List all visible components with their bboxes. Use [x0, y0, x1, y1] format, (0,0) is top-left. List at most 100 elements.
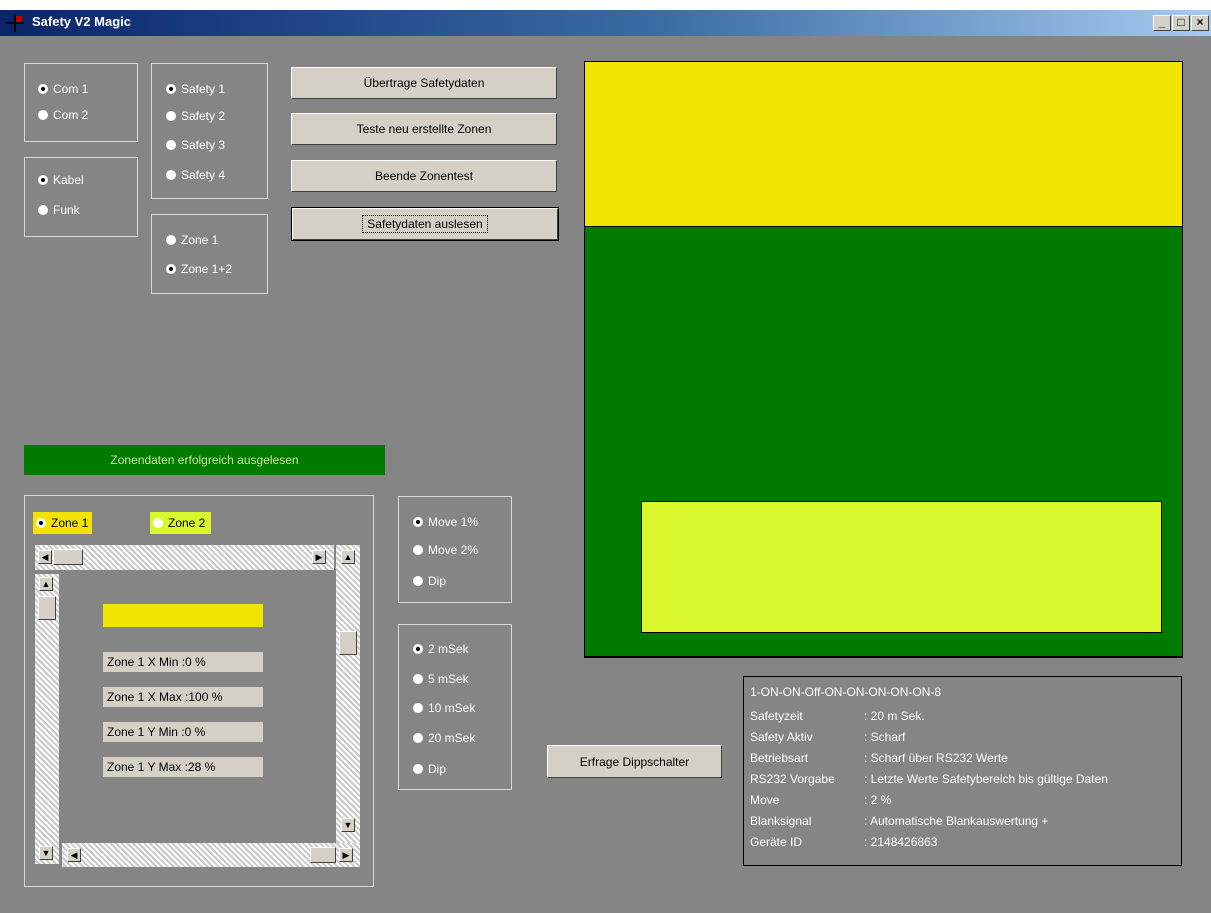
radio-label: Dip	[428, 762, 447, 776]
scroll-right-icon[interactable]: ▶	[312, 550, 326, 564]
transfer-safety-data-button[interactable]: Übertrage Safetydaten	[291, 67, 557, 99]
zone-tab-1[interactable]: Zone 1	[33, 512, 93, 534]
radio-zone-1-2[interactable]: Zone 1+2	[166, 260, 232, 278]
radio-dot	[38, 110, 48, 120]
device-info-panel: 1-ON-ON-Off-ON-ON-ON-ON-ON-8 Safetyzeit …	[743, 676, 1182, 866]
scroll-down-icon[interactable]: ▼	[341, 818, 355, 832]
query-dip-switch-button[interactable]: Erfrage Dippschalter	[547, 745, 722, 778]
radio-label: Safety 1	[181, 82, 226, 96]
radio-label: 20 mSek	[428, 731, 476, 745]
radio-time-10ms[interactable]: 10 mSek	[413, 699, 475, 717]
info-value: : Letzte Werte Safetybereich bis gültige…	[864, 772, 1108, 786]
radio-label: Safety 3	[181, 138, 226, 152]
maximize-button[interactable]: □	[1172, 15, 1190, 31]
info-value: : 2 %	[864, 793, 892, 807]
radio-dot	[153, 518, 163, 528]
app-icon	[6, 14, 24, 32]
radio-com-1[interactable]: Com 1	[38, 80, 88, 98]
zone-canvas	[584, 61, 1183, 658]
scroll-left-icon[interactable]: ◀	[38, 550, 52, 564]
radio-label: Dip	[428, 574, 447, 588]
info-value: : Scharf	[864, 730, 906, 744]
radio-kabel[interactable]: Kabel	[38, 171, 84, 189]
minimize-button[interactable]: _	[1153, 15, 1171, 31]
radio-dot	[413, 733, 423, 743]
end-zone-test-button[interactable]: Beende Zonentest	[291, 160, 557, 192]
info-key: RS232 Vorgabe	[750, 772, 835, 786]
zone-tab-2[interactable]: Zone 2	[150, 512, 212, 534]
info-value: : 20 m Sek.	[864, 709, 925, 723]
info-key: Geräte ID	[750, 835, 803, 849]
info-value: : 2148426863	[864, 835, 938, 849]
scroll-thumb[interactable]	[53, 549, 83, 565]
radio-safety-1[interactable]: Safety 1	[166, 80, 225, 98]
zone-select-group	[151, 214, 268, 294]
window-title: Safety V2 Magic	[32, 14, 131, 29]
radio-label: Safety 2	[181, 109, 226, 123]
button-label: Safetydaten auslesen	[362, 215, 488, 233]
scroll-down-icon[interactable]: ▼	[39, 846, 53, 860]
button-label: Erfrage Dippschalter	[579, 754, 690, 769]
radio-com-2[interactable]: Com 2	[38, 106, 88, 124]
read-safety-data-button[interactable]: Safetydaten auslesen	[291, 207, 559, 241]
radio-label: 5 mSek	[428, 672, 469, 686]
info-key: Safetyzeit	[750, 709, 803, 723]
radio-label: Zone 1	[51, 516, 89, 530]
radio-dot	[413, 545, 423, 555]
test-zones-button[interactable]: Teste neu erstellte Zonen	[291, 113, 557, 145]
close-button[interactable]: ×	[1191, 15, 1209, 31]
radio-dot	[166, 84, 176, 94]
scroll-right-icon[interactable]: ▶	[339, 848, 353, 862]
title-bar[interactable]: Safety V2 Magic _ □ ×	[0, 10, 1211, 36]
radio-move-dip[interactable]: Dip	[413, 572, 446, 590]
scroll-left-icon[interactable]: ◀	[67, 848, 81, 862]
radio-dot	[413, 644, 423, 654]
radio-dot	[413, 764, 423, 774]
vertical-scrollbar-left[interactable]: ▲ ▼	[35, 574, 59, 864]
radio-dot	[166, 235, 176, 245]
radio-time-5ms[interactable]: 5 mSek	[413, 670, 469, 688]
horizontal-scrollbar-bottom[interactable]: ◀ ▶	[62, 843, 360, 867]
scroll-thumb[interactable]	[310, 847, 336, 863]
radio-zone-1[interactable]: Zone 1	[166, 231, 218, 249]
scroll-thumb[interactable]	[339, 631, 357, 655]
scroll-up-icon[interactable]: ▲	[39, 577, 53, 591]
radio-time-2ms[interactable]: 2 mSek	[413, 640, 469, 658]
radio-label: Kabel	[53, 173, 84, 187]
radio-safety-3[interactable]: Safety 3	[166, 136, 225, 154]
radio-move-2[interactable]: Move 2%	[413, 541, 478, 559]
scroll-thumb[interactable]	[38, 596, 56, 620]
vertical-scrollbar-right[interactable]: ▲ ▼	[336, 545, 360, 867]
radio-safety-4[interactable]: Safety 4	[166, 166, 225, 184]
radio-safety-2[interactable]: Safety 2	[166, 107, 225, 125]
connection-group	[24, 157, 138, 237]
dip-switch-state: 1-ON-ON-Off-ON-ON-ON-ON-ON-8	[750, 685, 942, 699]
zone-yellow-area	[585, 62, 1182, 226]
horizontal-scrollbar-top[interactable]: ◀ ▶	[35, 545, 334, 570]
radio-label: Move 1%	[428, 515, 479, 529]
zone-color-swatch	[103, 604, 263, 627]
zone-y-max-value: Zone 1 Y Max :28 %	[103, 757, 263, 777]
radio-dot	[166, 264, 176, 274]
radio-dot	[166, 170, 176, 180]
radio-label: Funk	[53, 203, 80, 217]
radio-label: 2 mSek	[428, 642, 469, 656]
radio-move-1[interactable]: Move 1%	[413, 513, 478, 531]
info-key: Move	[750, 793, 780, 807]
radio-label: Safety 4	[181, 168, 226, 182]
button-label: Beende Zonentest	[374, 169, 474, 183]
radio-label: 10 mSek	[428, 701, 476, 715]
info-key: Safety Aktiv	[750, 730, 813, 744]
com-port-group	[24, 63, 138, 142]
zone-lime-area	[641, 501, 1162, 633]
radio-time-dip[interactable]: Dip	[413, 760, 446, 778]
radio-time-20ms[interactable]: 20 mSek	[413, 729, 475, 747]
scroll-up-icon[interactable]: ▲	[341, 550, 355, 564]
radio-funk[interactable]: Funk	[38, 201, 80, 219]
radio-dot	[38, 205, 48, 215]
radio-dot	[413, 703, 423, 713]
button-label: Teste neu erstellte Zonen	[356, 122, 492, 136]
radio-dot	[413, 576, 423, 586]
status-message: Zonendaten erfolgreich ausgelesen	[24, 445, 385, 475]
radio-label: Zone 1	[181, 233, 219, 247]
